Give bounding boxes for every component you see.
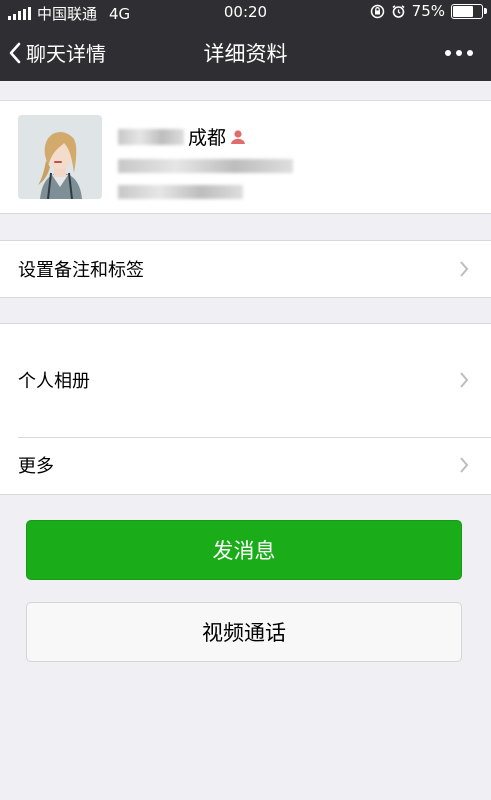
more-row[interactable]: 更多 xyxy=(0,437,491,493)
blurred-name xyxy=(118,128,184,145)
album-label: 个人相册 xyxy=(18,371,90,392)
info-group: 个人相册 更多 xyxy=(0,323,491,495)
location-label: 成都 xyxy=(188,127,227,149)
dot-icon xyxy=(467,50,473,56)
name-row: 成都 xyxy=(118,123,247,150)
send-message-button[interactable]: 发消息 xyxy=(26,520,462,580)
more-label: 更多 xyxy=(18,456,54,477)
page-title: 详细资料 xyxy=(203,42,288,66)
more-options-button[interactable] xyxy=(445,50,473,56)
dot-icon xyxy=(445,50,451,56)
remark-tags-row[interactable]: 设置备注和标签 xyxy=(0,240,491,298)
chevron-right-icon xyxy=(460,457,469,473)
remark-tags-label: 设置备注和标签 xyxy=(18,260,144,281)
avatar-image xyxy=(18,115,102,199)
status-bar: 中国联通 4G 00:20 75% xyxy=(0,0,491,24)
alarm-icon xyxy=(392,4,405,18)
battery-icon xyxy=(451,3,487,19)
album-row[interactable]: 个人相册 xyxy=(0,352,491,408)
row-divider xyxy=(18,437,491,438)
remark-tags-item[interactable]: 设置备注和标签 xyxy=(0,241,491,297)
chevron-right-icon xyxy=(460,372,469,388)
chevron-right-icon xyxy=(460,261,469,277)
nav-bar: 聊天详情 详细资料 xyxy=(0,24,491,81)
profile-card[interactable]: 成都 xyxy=(0,100,491,214)
dot-icon xyxy=(456,50,462,56)
status-right: 75% xyxy=(370,2,487,20)
blurred-detail-line xyxy=(118,159,293,173)
rotation-lock-icon xyxy=(370,4,384,18)
avatar[interactable] xyxy=(18,115,102,199)
female-icon xyxy=(231,129,246,144)
battery-percent: 75% xyxy=(411,2,445,20)
video-call-button[interactable]: 视频通话 xyxy=(26,602,462,662)
blurred-detail-line xyxy=(118,185,243,199)
battery-fill xyxy=(453,5,473,17)
